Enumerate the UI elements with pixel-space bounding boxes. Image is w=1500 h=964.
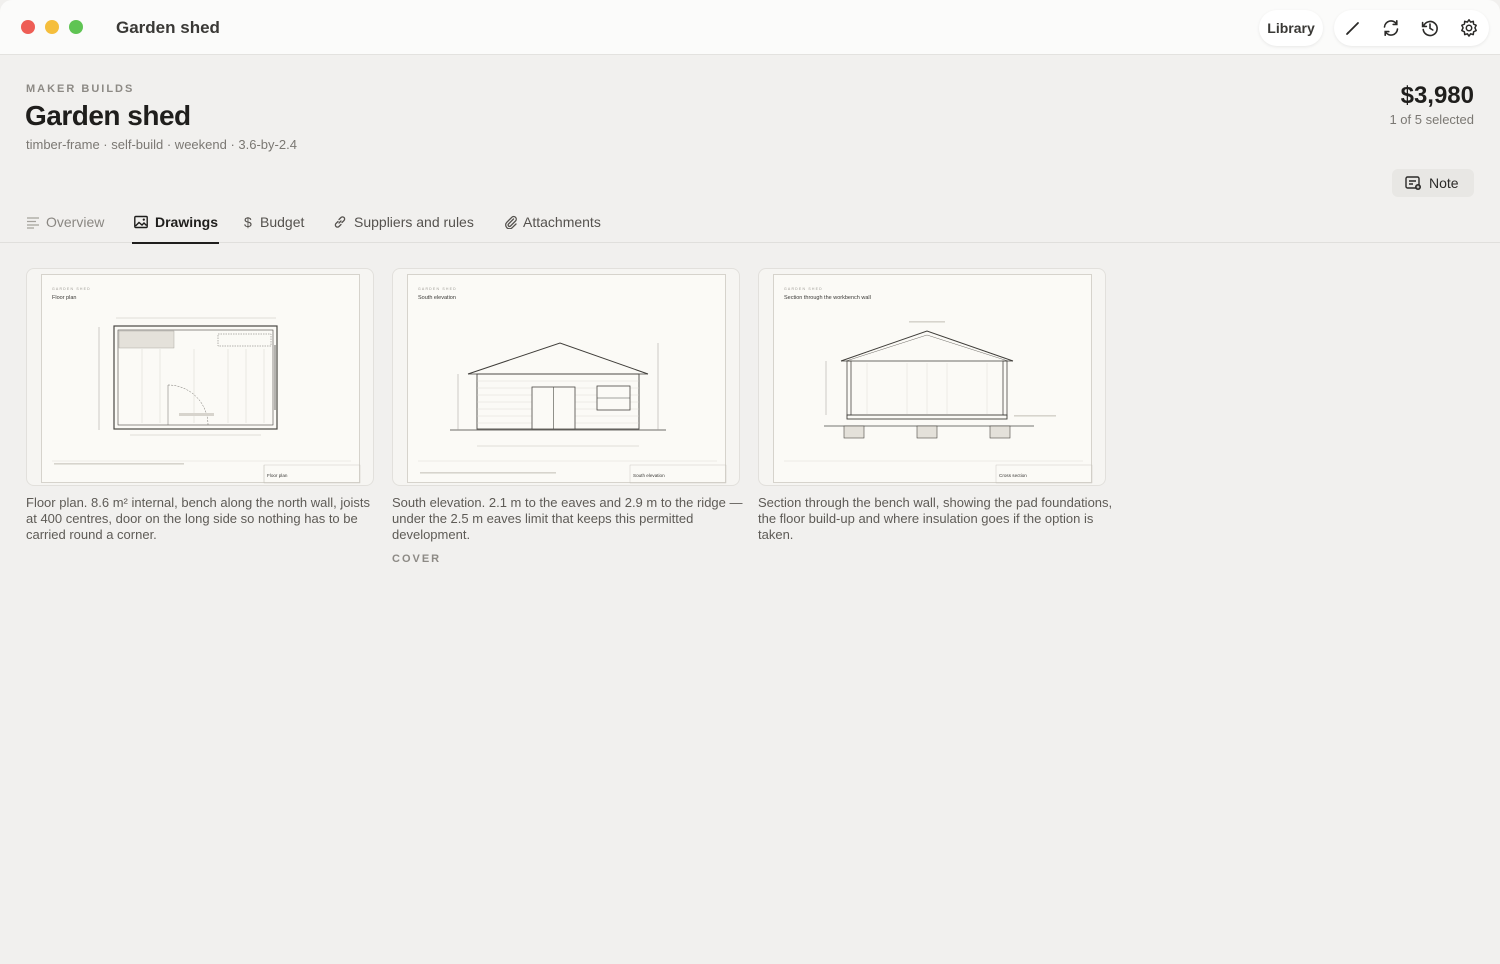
note-icon <box>1405 176 1421 190</box>
sheet-heading: GARDEN SHED <box>418 287 457 291</box>
drawing-caption: Section through the bench wall, showing … <box>758 495 1113 542</box>
lines-icon <box>27 217 39 229</box>
title-bar: Garden shed Library <box>0 0 1500 55</box>
collection-eyebrow: MAKER BUILDS <box>26 83 135 95</box>
drawing-caption: South elevation. 2.1 m to the eaves and … <box>392 495 743 542</box>
link-icon <box>334 216 346 228</box>
tab-drawings[interactable]: Drawings <box>132 214 219 244</box>
tab-label: Suppliers and rules <box>354 214 474 230</box>
window-title: Garden shed <box>116 18 220 37</box>
tab-suppliers-and-rules[interactable]: Suppliers and rules <box>333 214 481 243</box>
drawing-caption: Floor plan. 8.6 m² internal, bench along… <box>26 495 370 542</box>
drawing-thumbnail[interactable]: GARDEN SHED Section through the workbenc… <box>758 268 1106 486</box>
tab-label: Overview <box>46 214 105 230</box>
gear-icon[interactable] <box>1459 18 1479 38</box>
cover-badge: COVER <box>392 553 442 565</box>
toolbar-icon-group <box>1334 10 1489 46</box>
drawing-thumbnail[interactable]: GARDEN SHED Floor plan Floor plan <box>26 268 374 486</box>
titleblock-label: Cross section <box>999 473 1027 478</box>
zoom-window-button[interactable] <box>69 20 83 34</box>
sync-icon[interactable] <box>1381 18 1401 38</box>
note-button[interactable]: Note <box>1392 169 1474 197</box>
note-button-label: Note <box>1429 175 1459 191</box>
dollar-icon: $ <box>244 214 252 230</box>
tab-attachments[interactable]: Attachments <box>504 214 608 243</box>
history-icon[interactable] <box>1420 18 1440 38</box>
library-button[interactable]: Library <box>1259 10 1323 46</box>
titleblock-label: South elevation <box>633 473 665 478</box>
page-title: Garden shed <box>25 100 191 131</box>
close-window-button[interactable] <box>21 20 35 34</box>
drawing-thumbnail[interactable]: GARDEN SHED South elevation South elevat… <box>392 268 740 486</box>
south-elevation-drawing: GARDEN SHED South elevation South elevat… <box>418 287 727 484</box>
drawing-sheet: GARDEN SHED South elevation South elevat… <box>407 274 727 484</box>
sheet-heading: GARDEN SHED <box>784 287 823 291</box>
tab-overview[interactable]: Overview <box>26 214 108 243</box>
drawing-sheet: GARDEN SHED Floor plan Floor plan <box>41 274 361 484</box>
floor-plan-drawing: GARDEN SHED Floor plan Floor plan <box>52 287 361 484</box>
drawing-sheet: GARDEN SHED Section through the workbenc… <box>773 274 1093 484</box>
active-tab-indicator <box>132 242 219 244</box>
sheet-heading: GARDEN SHED <box>52 287 91 291</box>
tab-budget[interactable]: $ Budget <box>244 214 310 243</box>
sheet-title: Section through the workbench wall <box>784 295 871 301</box>
titleblock-label: Floor plan <box>267 473 288 478</box>
total-price: $3,980 <box>1400 82 1474 109</box>
tab-label: Budget <box>260 214 305 230</box>
paperclip-icon <box>505 215 517 229</box>
pencil-icon[interactable] <box>1343 18 1363 38</box>
cross-section-drawing: GARDEN SHED Section through the workbenc… <box>784 287 1093 484</box>
sheet-title: South elevation <box>418 295 456 301</box>
sheet-title: Floor plan <box>52 295 76 301</box>
tab-bar: Overview Drawings $ Budget Suppliers and… <box>0 205 1500 244</box>
selection-count: 1 of 5 selected <box>1389 112 1474 127</box>
tab-label: Drawings <box>155 214 219 230</box>
app-window: Garden shed Library MAKER BUILDS Garden … <box>0 0 1500 964</box>
tab-label: Attachments <box>523 214 601 230</box>
project-tags: timber-frame · self-build · weekend · 3.… <box>26 137 297 152</box>
minimize-window-button[interactable] <box>45 20 59 34</box>
image-icon <box>134 215 148 229</box>
